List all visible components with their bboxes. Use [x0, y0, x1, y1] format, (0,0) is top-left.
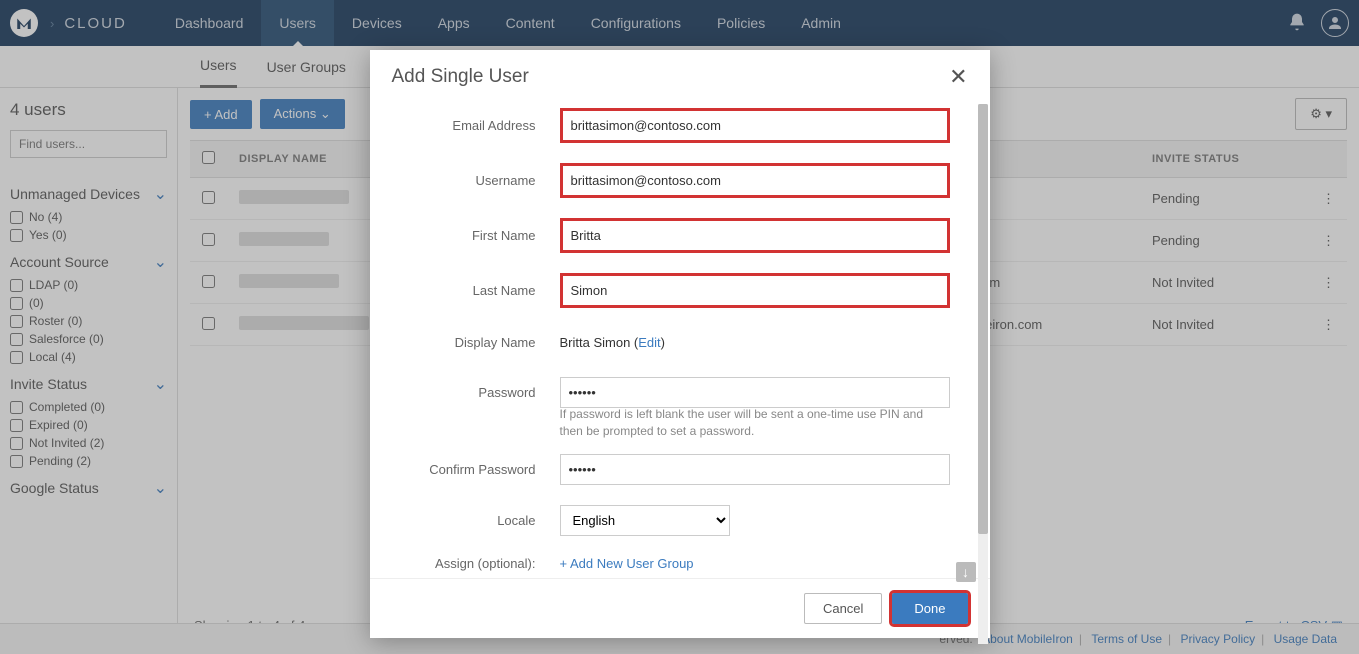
scroll-down-button[interactable]: ↓ — [956, 562, 976, 582]
label-confirm-password: Confirm Password — [410, 462, 560, 477]
add-user-group-link[interactable]: + Add New User Group — [560, 556, 694, 571]
label-first-name: First Name — [410, 228, 560, 243]
label-locale: Locale — [410, 513, 560, 528]
confirm-password-field[interactable] — [560, 454, 950, 485]
first-name-field[interactable] — [560, 218, 950, 253]
label-password: Password — [410, 385, 560, 400]
modal-title: Add Single User — [392, 66, 529, 88]
label-display-name: Display Name — [410, 335, 560, 350]
label-email: Email Address — [410, 118, 560, 133]
locale-select[interactable]: English — [560, 505, 730, 536]
email-field[interactable] — [560, 108, 950, 143]
password-help-text: If password is left blank the user will … — [560, 406, 950, 440]
close-icon[interactable]: ✕ — [949, 66, 967, 88]
last-name-field[interactable] — [560, 273, 950, 308]
label-username: Username — [410, 173, 560, 188]
username-field[interactable] — [560, 163, 950, 198]
password-field[interactable] — [560, 377, 950, 408]
edit-display-name-link[interactable]: Edit — [638, 335, 660, 350]
label-assign: Assign (optional): — [410, 556, 560, 571]
label-last-name: Last Name — [410, 283, 560, 298]
done-button[interactable]: Done — [892, 593, 967, 624]
add-user-modal: Add Single User ✕ Email Address Username… — [370, 50, 990, 638]
cancel-button[interactable]: Cancel — [804, 593, 882, 624]
display-name-value: Britta Simon — [560, 335, 631, 350]
